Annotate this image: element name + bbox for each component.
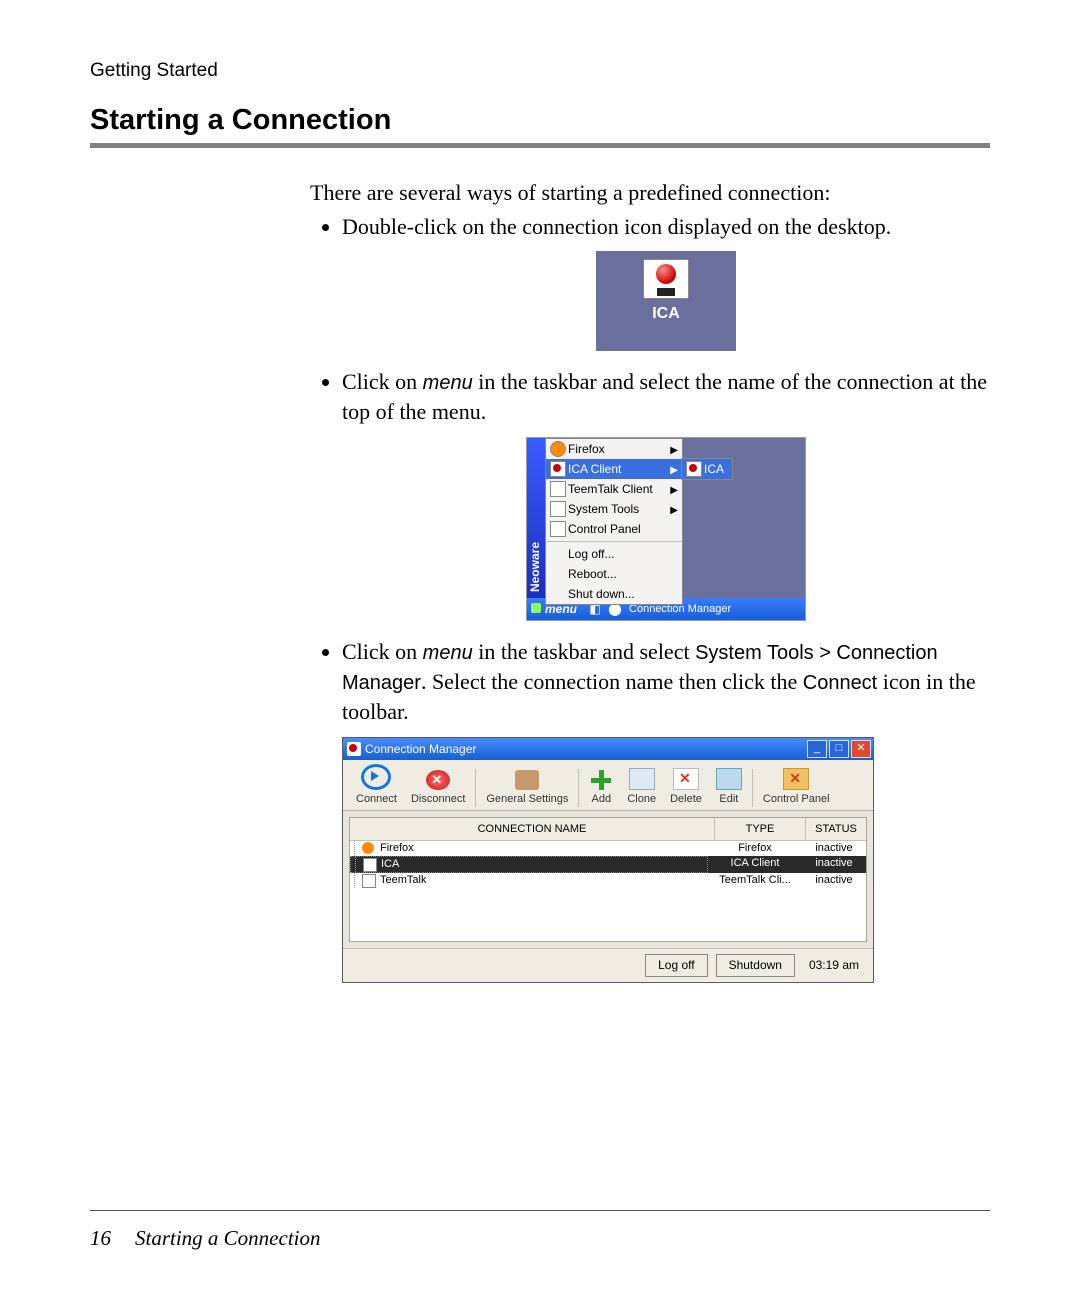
start-menu-figure: Neoware Firefox▶ ICA Client▶ TeemTalk Cl… xyxy=(526,437,806,621)
menu-item-teemtalk[interactable]: TeemTalk Client▶ xyxy=(546,479,682,499)
table-header: CONNECTION NAME TYPE STATUS xyxy=(350,818,866,842)
toolbar-add-button[interactable]: Add xyxy=(582,770,620,807)
footer-title: Starting a Connection xyxy=(135,1226,321,1250)
shutdown-button[interactable]: Shutdown xyxy=(716,954,795,976)
submenu: ICA xyxy=(681,458,733,480)
menu-item-logoff[interactable]: Log off... xyxy=(546,544,682,564)
toolbar-control-panel-button[interactable]: Control Panel xyxy=(756,768,837,807)
bullet-item-2: Click on menu in the taskbar and select … xyxy=(342,367,990,621)
table-body: FirefoxFirefoxinactiveICAICA Clientinact… xyxy=(350,841,866,941)
section-header: Getting Started xyxy=(90,60,990,82)
table-row[interactable]: TeemTalkTeemTalk Cli...inactive xyxy=(350,873,866,888)
sidebar-brand: Neoware xyxy=(527,542,545,592)
col-connection-name[interactable]: CONNECTION NAME xyxy=(350,818,714,841)
page-number: 16 xyxy=(90,1226,111,1250)
menu-word: menu xyxy=(423,372,473,394)
window-title: Connection Manager xyxy=(365,742,476,756)
clock: 03:19 am xyxy=(803,955,865,975)
table-row[interactable]: FirefoxFirefoxinactive xyxy=(350,841,866,856)
connect-word: Connect xyxy=(803,672,878,694)
intro-text: There are several ways of starting a pre… xyxy=(310,178,990,208)
col-status[interactable]: STATUS xyxy=(805,818,866,841)
logoff-button[interactable]: Log off xyxy=(645,954,707,976)
menu-panel: Firefox▶ ICA Client▶ TeemTalk Client▶ Sy… xyxy=(545,438,683,605)
document-page: Getting Started Starting a Connection Th… xyxy=(0,0,1080,1311)
footer-rule xyxy=(90,1210,990,1211)
desktop-icon-label: ICA xyxy=(596,303,736,325)
menu-item-ica-client[interactable]: ICA Client▶ xyxy=(546,459,682,479)
window-icon xyxy=(347,742,361,756)
menu-item-system-tools[interactable]: System Tools▶ xyxy=(546,499,682,519)
table-row[interactable]: ICAICA Clientinactive xyxy=(350,856,866,873)
minimize-button[interactable]: _ xyxy=(807,740,827,758)
connections-table: CONNECTION NAME TYPE STATUS FirefoxFiref… xyxy=(349,817,867,943)
toolbar-connect-button[interactable]: Connect xyxy=(349,764,404,807)
title-rule xyxy=(90,143,990,148)
page-footer: 16 Starting a Connection xyxy=(90,1226,321,1251)
col-type[interactable]: TYPE xyxy=(714,818,805,841)
menu-word: menu xyxy=(423,642,473,664)
connection-manager-window: Connection Manager _ □ ✕ ConnectDisconne… xyxy=(342,737,874,983)
menu-sidebar: Neoware xyxy=(527,438,545,598)
toolbar-general-settings-button[interactable]: General Settings xyxy=(479,770,575,807)
bullet-item-1: Double-click on the connection icon disp… xyxy=(342,212,990,352)
menu-item-control-panel[interactable]: Control Panel xyxy=(546,519,682,539)
maximize-button[interactable]: □ xyxy=(829,740,849,758)
toolbar-delete-button[interactable]: Delete xyxy=(663,768,709,807)
window-footer: Log off Shutdown 03:19 am xyxy=(343,948,873,981)
menu-item-reboot[interactable]: Reboot... xyxy=(546,564,682,584)
bullet-item-3: Click on menu in the taskbar and select … xyxy=(342,637,990,983)
taskbar-menu-button[interactable]: menu xyxy=(527,598,585,620)
desktop-icon-figure: ICA xyxy=(596,251,736,351)
toolbar-edit-button[interactable]: Edit xyxy=(709,768,749,807)
window-titlebar: Connection Manager _ □ ✕ xyxy=(343,738,873,760)
bullet1-text: Double-click on the connection icon disp… xyxy=(342,214,891,239)
toolbar: ConnectDisconnectGeneral SettingsAddClon… xyxy=(343,760,873,811)
connection-icon xyxy=(643,259,689,299)
toolbar-clone-button[interactable]: Clone xyxy=(620,768,663,807)
submenu-item-ica[interactable]: ICA xyxy=(682,459,732,479)
bullet-list: Double-click on the connection icon disp… xyxy=(310,212,990,983)
menu-item-firefox[interactable]: Firefox▶ xyxy=(546,439,682,459)
toolbar-disconnect-button[interactable]: Disconnect xyxy=(404,770,472,807)
page-title: Starting a Connection xyxy=(90,104,990,137)
close-button[interactable]: ✕ xyxy=(851,740,871,758)
body-content: There are several ways of starting a pre… xyxy=(310,178,990,983)
